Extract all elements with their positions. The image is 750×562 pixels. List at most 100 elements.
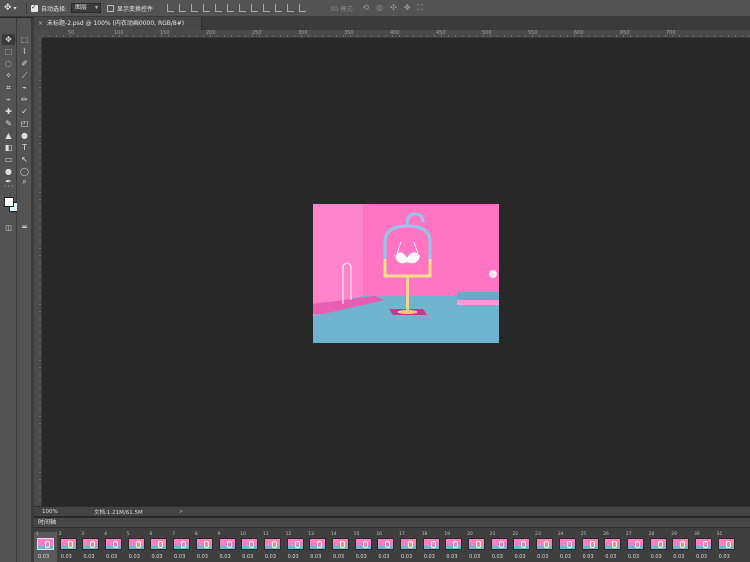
move-tool-icon[interactable]: ✥: [2, 34, 15, 45]
frame-delay[interactable]: 0.03: [560, 554, 571, 560]
move-icon[interactable]: ✥ ▾: [4, 3, 22, 14]
eyedropper-tool-icon[interactable]: ⌁: [2, 94, 15, 105]
distribute-bottom-icon[interactable]: [263, 4, 271, 12]
frame-delay[interactable]: 0.03: [61, 554, 72, 560]
frame-thumbnail[interactable]: [82, 538, 100, 550]
align-top-icon[interactable]: [203, 4, 211, 12]
document-canvas[interactable]: [313, 204, 499, 343]
timeline-frame[interactable]: 6 0.03: [147, 532, 170, 562]
frame-delay[interactable]: 0.03: [333, 554, 344, 560]
timeline-frame[interactable]: 15 0.03: [352, 532, 375, 562]
polygon-lasso-tool-icon[interactable]: ⌇: [18, 46, 31, 57]
timeline-frame[interactable]: 14 0.03: [329, 532, 352, 562]
slice-tool-icon[interactable]: ⟋: [18, 70, 31, 81]
frame-thumbnail[interactable]: [626, 538, 644, 550]
close-tab-icon[interactable]: ×: [38, 20, 43, 27]
frame-thumbnail[interactable]: [377, 538, 395, 550]
vertical-ruler[interactable]: [34, 38, 42, 506]
frame-thumbnail[interactable]: [422, 538, 440, 550]
align-vcenter-icon[interactable]: [215, 4, 223, 12]
frame-delay[interactable]: 0.03: [197, 554, 208, 560]
show-transform-checkbox[interactable]: [107, 4, 115, 12]
frame-thumbnail[interactable]: [59, 538, 77, 550]
brush-tool-icon[interactable]: ✎: [2, 118, 15, 129]
timeline-frame[interactable]: 5 0.03: [125, 532, 148, 562]
frame-delay[interactable]: 0.03: [38, 554, 49, 560]
frame-thumbnail[interactable]: [309, 538, 327, 550]
timeline-frame[interactable]: 29 0.03: [669, 532, 692, 562]
frame-thumbnail[interactable]: [558, 538, 576, 550]
timeline-frame[interactable]: 23 0.03: [533, 532, 556, 562]
align-bottom-icon[interactable]: [227, 4, 235, 12]
align-hcenter-icon[interactable]: [179, 4, 187, 12]
timeline-frame[interactable]: 31 0.03: [715, 532, 738, 562]
distribute-vcenter-icon[interactable]: [251, 4, 259, 12]
frame-delay[interactable]: 0.03: [378, 554, 389, 560]
timeline-frame[interactable]: 2 0.03: [57, 532, 80, 562]
frame-thumbnail[interactable]: [218, 538, 236, 550]
timeline-frame[interactable]: 7 0.03: [170, 532, 193, 562]
frame-delay[interactable]: 0.03: [719, 554, 730, 560]
timeline-frame[interactable]: 9 0.03: [216, 532, 239, 562]
frame-delay[interactable]: 0.03: [537, 554, 548, 560]
frame-thumbnail[interactable]: [581, 538, 599, 550]
path-select-tool-icon[interactable]: ↖: [18, 154, 31, 165]
frame-thumbnail[interactable]: [331, 538, 349, 550]
frame-delay[interactable]: 0.03: [514, 554, 525, 560]
distribute-hcenter-icon[interactable]: [287, 4, 295, 12]
frame-thumbnail[interactable]: [604, 538, 622, 550]
3d-scale-icon[interactable]: ⛶: [418, 3, 424, 13]
timeline-frame[interactable]: 3 0.03: [79, 532, 102, 562]
artboard-tool-icon[interactable]: ⬚: [18, 34, 31, 45]
history-brush-tool-icon[interactable]: ✓: [18, 106, 31, 117]
frame-delay[interactable]: 0.03: [469, 554, 480, 560]
foreground-color-swatch[interactable]: [4, 197, 14, 207]
frame-thumbnail[interactable]: [513, 538, 531, 550]
frame-delay[interactable]: 0.03: [605, 554, 616, 560]
frame-thumbnail[interactable]: [354, 538, 372, 550]
frame-delay[interactable]: 0.03: [492, 554, 503, 560]
frame-thumbnail[interactable]: [694, 538, 712, 550]
frame-delay[interactable]: 0.03: [696, 554, 707, 560]
3d-slide-icon[interactable]: ✥: [404, 3, 411, 13]
pencil-tool-icon[interactable]: ✏: [18, 94, 31, 105]
frame-delay[interactable]: 0.03: [151, 554, 162, 560]
frame-thumbnail[interactable]: [37, 538, 54, 550]
timeline-frame[interactable]: 21 0.03: [488, 532, 511, 562]
distribute-top-icon[interactable]: [239, 4, 247, 12]
frame-thumbnail[interactable]: [127, 538, 145, 550]
lasso-tool-icon[interactable]: ◌: [2, 58, 15, 69]
horizontal-ruler[interactable]: 50 100 150 200 250 300 350 400 450 500 550 600 650 70…: [42, 30, 750, 38]
timeline-frame[interactable]: 19 0.03: [442, 532, 465, 562]
auto-select-checkbox[interactable]: [31, 3, 38, 12]
timeline-frame[interactable]: 12 0.03: [284, 532, 307, 562]
frame-thumbnail[interactable]: [400, 538, 417, 550]
auto-select-target-dropdown[interactable]: 图层: [71, 3, 102, 13]
frame-delay[interactable]: 0.03: [356, 554, 367, 560]
type-tool-icon[interactable]: T: [18, 142, 31, 153]
timeline-frame[interactable]: 17 0.03: [397, 532, 420, 562]
frame-delay[interactable]: 0.03: [106, 554, 117, 560]
quick-select-tool-icon[interactable]: ✐: [18, 58, 31, 69]
timeline-frame[interactable]: 22 0.03: [510, 532, 533, 562]
frame-thumbnail[interactable]: [649, 538, 667, 550]
timeline-frame[interactable]: 24 0.03: [556, 532, 579, 562]
more-tools-icon[interactable]: ···: [4, 182, 15, 191]
frame-delay[interactable]: 0.03: [265, 554, 276, 560]
3d-roll-icon[interactable]: ◎: [376, 3, 383, 13]
ruler-tool-icon[interactable]: ⌁: [18, 82, 31, 93]
crop-tool-icon[interactable]: ⌗: [2, 82, 15, 93]
frame-delay[interactable]: 0.03: [673, 554, 684, 560]
frame-delay[interactable]: 0.03: [424, 554, 435, 560]
status-menu-arrow[interactable]: >: [179, 509, 184, 515]
frame-delay[interactable]: 0.03: [446, 554, 457, 560]
frame-delay[interactable]: 0.03: [651, 554, 662, 560]
timeline-frame[interactable]: 20 0.03: [465, 532, 488, 562]
document-tab[interactable]: × 未标题-2.psd @ 100% (内衣动画0000, RGB/8#): [34, 17, 202, 30]
healing-brush-tool-icon[interactable]: ✚: [2, 106, 15, 117]
frame-delay[interactable]: 0.03: [583, 554, 594, 560]
distribute-left-icon[interactable]: [275, 4, 283, 12]
frame-thumbnail[interactable]: [717, 538, 735, 550]
frame-thumbnail[interactable]: [105, 538, 123, 550]
align-right-icon[interactable]: [191, 4, 199, 12]
